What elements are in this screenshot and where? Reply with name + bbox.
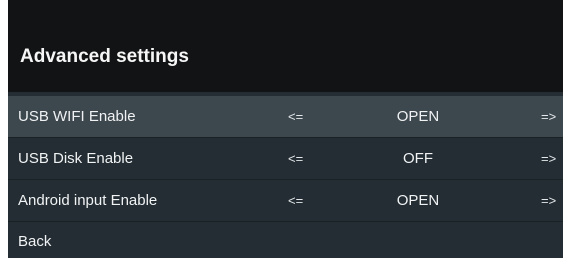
setting-row-usb-wifi[interactable]: USB WIFI Enable <= OPEN => — [8, 96, 563, 138]
setting-label: USB Disk Enable — [18, 150, 134, 167]
header-bar: Advanced settings — [8, 0, 563, 92]
settings-panel: Advanced settings USB WIFI Enable <= OPE… — [8, 0, 563, 258]
next-value-arrow[interactable]: => — [541, 193, 556, 208]
screen: Advanced settings USB WIFI Enable <= OPE… — [0, 0, 563, 258]
prev-value-arrow[interactable]: <= — [288, 151, 303, 166]
setting-value: OFF — [403, 150, 433, 167]
setting-value: OPEN — [396, 108, 440, 125]
back-label: Back — [18, 233, 52, 250]
setting-row-usb-disk[interactable]: USB Disk Enable <= OFF => — [8, 138, 563, 180]
setting-value: OPEN — [396, 192, 440, 209]
prev-value-arrow[interactable]: <= — [288, 193, 303, 208]
next-value-arrow[interactable]: => — [541, 109, 556, 124]
page-title: Advanced settings — [20, 46, 189, 67]
setting-label: Android input Enable — [18, 192, 158, 209]
setting-row-android-input[interactable]: Android input Enable <= OPEN => — [8, 180, 563, 222]
prev-value-arrow[interactable]: <= — [288, 109, 303, 124]
setting-label: USB WIFI Enable — [18, 108, 136, 125]
back-button[interactable]: Back — [8, 222, 563, 258]
next-value-arrow[interactable]: => — [541, 151, 556, 166]
